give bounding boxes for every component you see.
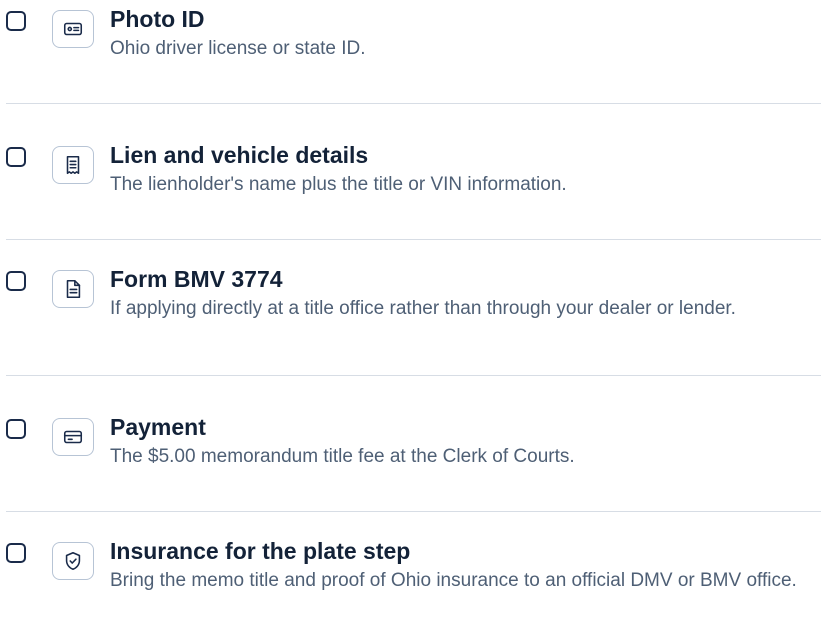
shield-check-icon: [52, 542, 94, 580]
checklist-item-payment: Payment The $5.00 memorandum title fee a…: [0, 408, 821, 528]
item-title: Payment: [110, 414, 206, 440]
item-description: Bring the memo title and proof of Ohio i…: [110, 570, 797, 591]
item-title: Insurance for the plate step: [110, 538, 411, 564]
divider: [6, 239, 821, 240]
checklist-item-photo-id: Photo ID Ohio driver license or state ID…: [0, 0, 821, 120]
item-title: Form BMV 3774: [110, 266, 283, 292]
checklist-item-lien-vehicle: Lien and vehicle details The lienholder'…: [0, 136, 821, 256]
item-description: The lienholder's name plus the title or …: [110, 174, 567, 195]
checkbox[interactable]: [6, 419, 26, 439]
item-title: Lien and vehicle details: [110, 142, 369, 168]
divider: [6, 511, 821, 512]
item-description: The $5.00 memorandum title fee at the Cl…: [110, 446, 575, 467]
checklist-item-form-bmv: Form BMV 3774 If applying directly at a …: [0, 260, 821, 380]
item-title: Photo ID: [110, 6, 205, 32]
divider: [6, 103, 821, 104]
checkbox[interactable]: [6, 11, 26, 31]
document-icon: [52, 270, 94, 308]
checkbox[interactable]: [6, 271, 26, 291]
item-description: Ohio driver license or state ID.: [110, 38, 366, 59]
item-description: If applying directly at a title office r…: [110, 298, 736, 319]
checkbox[interactable]: [6, 147, 26, 167]
credit-card-icon: [52, 418, 94, 456]
checkbox[interactable]: [6, 543, 26, 563]
divider: [6, 375, 821, 376]
receipt-icon: [52, 146, 94, 184]
id-card-icon: [52, 10, 94, 48]
checklist-item-insurance: Insurance for the plate step Bring the m…: [0, 532, 821, 620]
